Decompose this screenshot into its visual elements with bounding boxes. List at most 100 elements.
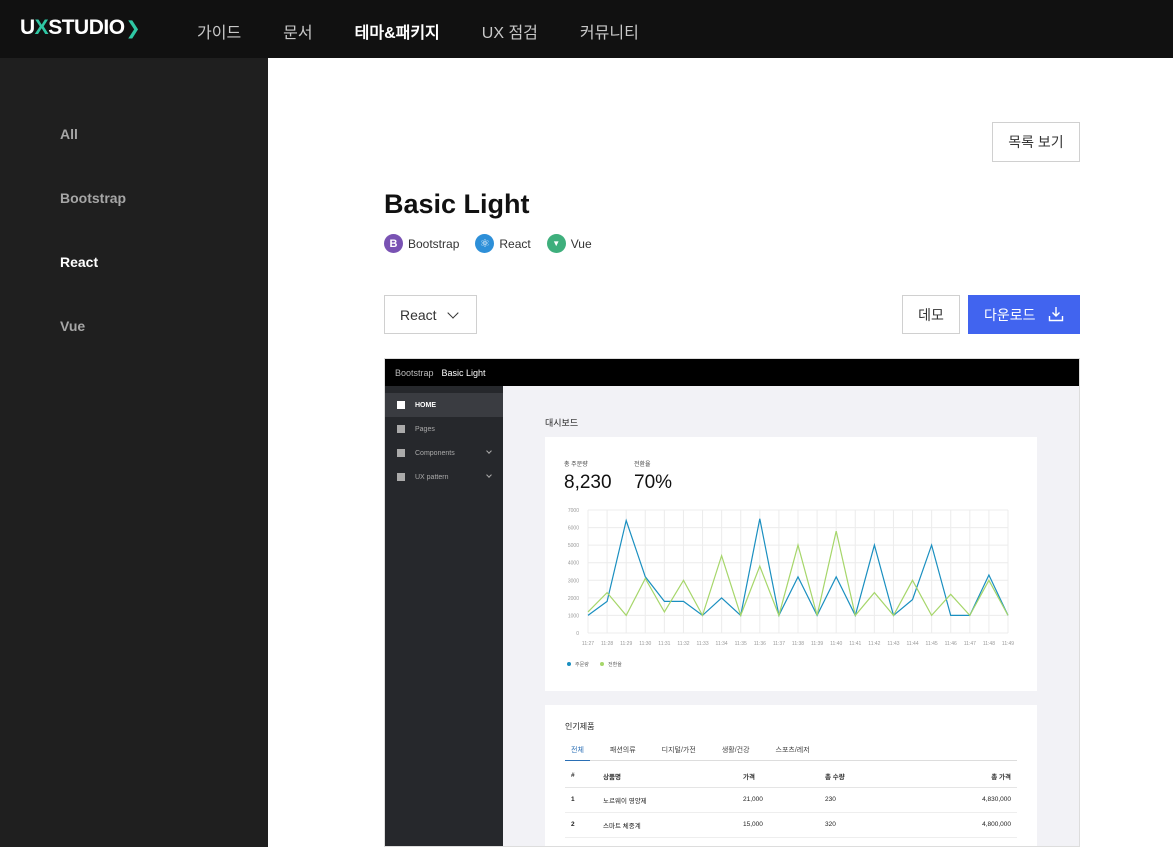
cell-total: 4,800,000 bbox=[915, 812, 1017, 838]
col-index: # bbox=[565, 765, 603, 788]
menu-community[interactable]: 커뮤니티 bbox=[580, 19, 639, 43]
y-tick-label: 3000 bbox=[568, 578, 579, 584]
tab-living: 생활/건강 bbox=[721, 747, 750, 754]
sidebar-item-vue[interactable]: Vue bbox=[60, 318, 85, 334]
chart-card: 총 주문량 8,230 전환율 70% 0 1000 2000 3000 4000 500… bbox=[545, 437, 1037, 691]
dashboard-title: 대시보드 bbox=[545, 418, 579, 428]
popular-products-title: 인기제품 bbox=[565, 722, 595, 731]
chevron-down-icon bbox=[447, 307, 459, 319]
cell-index: 2 bbox=[565, 812, 603, 838]
col-price: 가격 bbox=[743, 765, 825, 788]
line-chart: 0 1000 2000 3000 4000 5000 6000 7000 11:27 11:28 1… bbox=[567, 508, 1014, 668]
demo-button[interactable]: 데모 bbox=[902, 295, 960, 334]
preview-sidebar: HOME Pages Components UX pattern bbox=[385, 386, 503, 846]
download-button-label: 다운로드 bbox=[984, 306, 1036, 323]
cell-total: 4,830,000 bbox=[915, 787, 1017, 813]
y-tick-label: 7000 bbox=[568, 508, 579, 514]
x-tick-label: 11:28 bbox=[601, 641, 613, 647]
logo[interactable]: U X STUDIO ❯ bbox=[20, 16, 141, 40]
popular-products-card: 인기제품 전체 패션의류 디지털/가전 생활/건강 스포츠/레저 # 상품명 가… bbox=[545, 705, 1037, 846]
y-tick-label: 2000 bbox=[568, 596, 579, 602]
x-tick-label: 11:46 bbox=[945, 641, 957, 647]
tag-label: Vue bbox=[570, 236, 592, 251]
menu-ux-check[interactable]: UX 점검 bbox=[482, 19, 538, 43]
x-tick-label: 11:40 bbox=[830, 641, 842, 647]
tag-label: React bbox=[499, 236, 531, 251]
x-tick-label: 11:30 bbox=[639, 641, 651, 647]
legend-label: 전환율 bbox=[608, 661, 622, 668]
preview-nav-label: Pages bbox=[415, 425, 435, 433]
preview-nav-components: Components bbox=[385, 441, 503, 465]
y-tick-label: 6000 bbox=[568, 526, 579, 532]
bootstrap-icon: B bbox=[384, 234, 403, 253]
category-tabs: 전체 패션의류 디지털/가전 생활/건강 스포츠/레저 bbox=[565, 744, 1017, 761]
menu-docs[interactable]: 문서 bbox=[283, 19, 312, 43]
x-tick-label: 11:27 bbox=[582, 641, 594, 647]
download-icon bbox=[1048, 307, 1064, 322]
y-tick-label: 5000 bbox=[568, 543, 579, 549]
x-tick-label: 11:29 bbox=[620, 641, 632, 647]
top-navigation: U X STUDIO ❯ 가이드 문서 테마&패키지 UX 점검 커뮤니티 bbox=[0, 0, 1173, 58]
table-icon bbox=[397, 425, 405, 433]
x-tick-label: 11:47 bbox=[964, 641, 976, 647]
products-table: # 상품명 가격 총 수량 총 가격 1 노르웨이 영양제 21,000 230 bbox=[565, 765, 1017, 838]
preview-nav-label: HOME bbox=[415, 401, 436, 409]
preview-brand: Bootstrap bbox=[395, 367, 434, 378]
sidebar-item-all[interactable]: All bbox=[60, 126, 78, 142]
cell-price: 15,000 bbox=[743, 812, 825, 838]
sidebar: All Bootstrap React Vue bbox=[0, 58, 268, 847]
tab-digital: 디지털/가전 bbox=[661, 747, 696, 754]
tab-all: 전체 bbox=[565, 744, 590, 761]
download-button[interactable]: 다운로드 bbox=[968, 295, 1080, 334]
logo-studio: STUDIO bbox=[48, 16, 125, 39]
x-tick-label: 11:48 bbox=[983, 641, 995, 647]
sidebar-item-react[interactable]: React bbox=[60, 254, 98, 270]
layers-icon bbox=[397, 449, 405, 457]
x-tick-label: 11:35 bbox=[735, 641, 747, 647]
x-tick-label: 11:37 bbox=[773, 641, 785, 647]
preview-nav-ux-pattern: UX pattern bbox=[385, 465, 503, 489]
tag-label: Bootstrap bbox=[408, 236, 460, 251]
x-tick-label: 11:33 bbox=[696, 641, 708, 647]
tag-react: ⚛ React bbox=[475, 234, 531, 253]
main-menu: 가이드 문서 테마&패키지 UX 점검 커뮤니티 bbox=[197, 19, 681, 43]
x-tick-label: 11:49 bbox=[1002, 641, 1014, 647]
col-product: 상품명 bbox=[603, 765, 743, 788]
x-tick-label: 11:31 bbox=[658, 641, 670, 647]
x-tick-label: 11:32 bbox=[677, 641, 689, 647]
x-tick-label: 11:45 bbox=[926, 641, 938, 647]
tag-vue: ▼ Vue bbox=[546, 234, 592, 253]
preview-theme-name: Basic Light bbox=[441, 367, 486, 378]
list-view-button[interactable]: 목록 보기 bbox=[992, 122, 1080, 162]
sidebar-item-bootstrap[interactable]: Bootstrap bbox=[60, 190, 126, 206]
menu-themes[interactable]: 테마&패키지 bbox=[355, 19, 440, 43]
x-tick-label: 11:41 bbox=[849, 641, 861, 647]
main-content: 목록 보기 Basic Light B Bootstrap ⚛ React ▼ … bbox=[268, 58, 1173, 847]
x-tick-label: 11:43 bbox=[887, 641, 899, 647]
logo-chevron-icon: ❯ bbox=[125, 17, 141, 38]
framework-select-value: React bbox=[400, 306, 437, 323]
y-tick-label: 0 bbox=[576, 631, 579, 637]
preview-nav-home: HOME bbox=[385, 393, 503, 417]
y-tick-label: 4000 bbox=[568, 561, 579, 567]
logo-x: X bbox=[34, 16, 49, 39]
menu-guide[interactable]: 가이드 bbox=[197, 19, 241, 43]
x-tick-label: 11:36 bbox=[754, 641, 766, 647]
tab-sports: 스포츠/레저 bbox=[775, 747, 810, 754]
y-tick-label: 1000 bbox=[568, 613, 579, 619]
framework-select[interactable]: React bbox=[384, 295, 477, 334]
legend-marker bbox=[567, 662, 571, 666]
col-qty: 총 수량 bbox=[825, 765, 915, 788]
logo-ux: U bbox=[20, 16, 35, 39]
tag-bootstrap: B Bootstrap bbox=[384, 234, 459, 253]
x-tick-label: 11:42 bbox=[868, 641, 880, 647]
cell-product: 노르웨이 영양제 bbox=[603, 787, 743, 813]
legend-marker bbox=[600, 662, 604, 666]
x-tick-label: 11:38 bbox=[792, 641, 804, 647]
tab-fashion: 패션의류 bbox=[609, 747, 636, 754]
framework-tags: B Bootstrap ⚛ React ▼ Vue bbox=[384, 234, 608, 253]
preview-nav-pages: Pages bbox=[385, 417, 503, 441]
theme-preview: Bootstrap Basic Light HOME Pages Compone… bbox=[384, 358, 1080, 847]
preview-topbar: Bootstrap Basic Light bbox=[385, 359, 1079, 386]
table-row: 2 스마트 체중계 15,000 320 4,800,000 bbox=[565, 812, 1017, 838]
